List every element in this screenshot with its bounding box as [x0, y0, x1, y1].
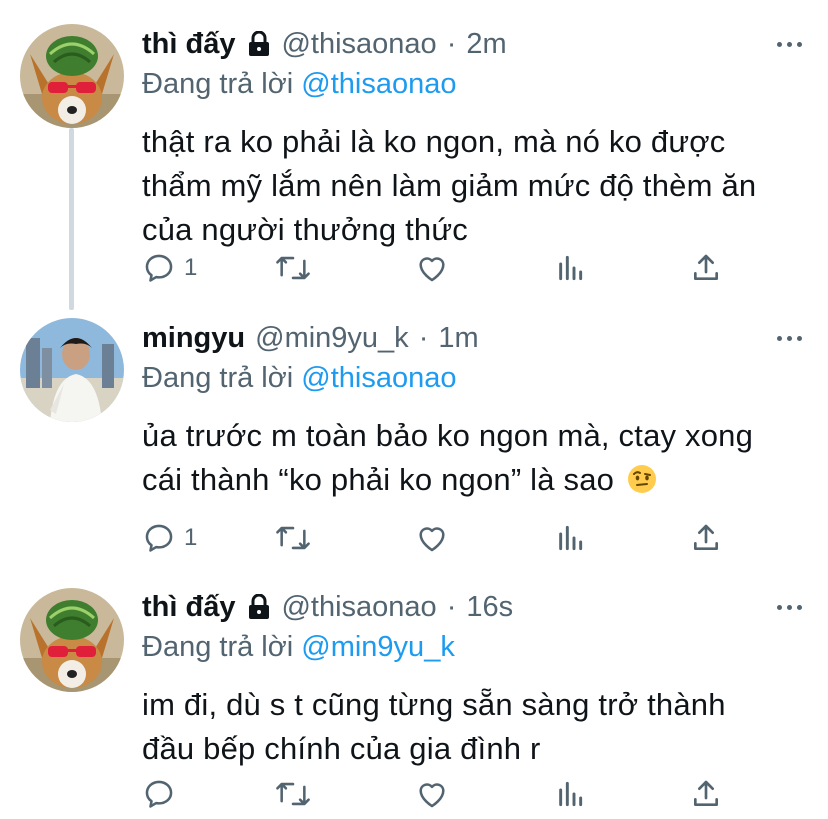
tweet-header: thì đấy @thisaonao · 2m [142, 24, 808, 64]
user-handle[interactable]: @thisaonao [281, 28, 436, 61]
reply-icon [142, 777, 176, 811]
reply-button[interactable] [142, 774, 184, 814]
user-handle[interactable]: @thisaonao [281, 591, 436, 624]
share-icon [690, 251, 722, 285]
reply-button[interactable]: 1 [142, 248, 197, 288]
timestamp[interactable]: 16s [466, 591, 513, 624]
tweet-text: thật ra ko phải là ko ngon, mà nó ko đượ… [142, 120, 808, 252]
share-icon [690, 777, 722, 811]
tweet-text-line: im đi, dù s t cũng từng sẵn sàng trở thà… [142, 687, 726, 722]
reply-mention-link[interactable]: @thisaonao [301, 68, 456, 100]
share-button[interactable] [690, 518, 722, 558]
display-name[interactable]: thì đấy [142, 28, 235, 61]
like-icon [414, 251, 450, 285]
tweet-text: ủa trước m toàn bảo ko ngon mà, ctay xon… [142, 414, 808, 502]
retweet-icon [274, 777, 312, 811]
raised-eyebrow-emoji [627, 462, 657, 493]
like-icon [414, 521, 450, 555]
timestamp[interactable]: 2m [466, 28, 506, 61]
tweet-header: mingyu @min9yu_k · 1m [142, 318, 808, 358]
tweet-text-line: thẩm mỹ lắm nên làm giảm mức độ thèm ăn [142, 168, 757, 203]
tweet-text-line: thật ra ko phải là ko ngon, mà nó ko đượ… [142, 124, 726, 159]
tweet-text-line: đầu bếp chính của gia đình r [142, 731, 541, 766]
corgi-watermelon-avatar [20, 24, 124, 128]
reply-mention-link[interactable]: @min9yu_k [301, 631, 455, 663]
like-icon [414, 777, 450, 811]
retweet-icon [274, 251, 312, 285]
man-photo-avatar [20, 318, 124, 422]
separator-dot: · [446, 27, 457, 60]
reply-count: 1 [184, 524, 198, 551]
analytics-icon [554, 521, 586, 555]
reply-icon [142, 251, 176, 285]
thread-connector-line [69, 128, 74, 310]
share-button[interactable] [690, 248, 722, 288]
analytics-icon [554, 251, 586, 285]
tweet-actions: 1 [142, 248, 722, 288]
tweet-text: im đi, dù s t cũng từng sẵn sàng trở thà… [142, 683, 808, 771]
share-button[interactable] [690, 774, 722, 814]
more-icon[interactable] [777, 42, 802, 47]
analytics-icon [554, 777, 586, 811]
tweet-text-line-with-emoji: cái thành “ko phải ko ngon” là sao [142, 458, 808, 502]
tweet-text-line: cái thành “ko phải ko ngon” là sao [142, 462, 615, 497]
reply-count: 1 [184, 254, 198, 281]
analytics-button[interactable] [554, 248, 586, 288]
replying-to: Đang trả lời @thisaonao [142, 358, 808, 398]
avatar[interactable] [20, 318, 124, 422]
like-button[interactable] [414, 774, 450, 814]
replying-to: Đang trả lời @min9yu_k [142, 627, 808, 667]
retweet-button[interactable] [274, 518, 312, 558]
like-button[interactable] [414, 248, 450, 288]
share-icon [690, 521, 722, 555]
more-icon[interactable] [777, 605, 802, 610]
reply-mention-link[interactable]: @thisaonao [301, 362, 456, 394]
avatar[interactable] [20, 24, 124, 128]
replying-prefix: Đang trả lời [142, 631, 294, 663]
lock-icon [247, 31, 271, 57]
tweet-text-line: của người thưởng thức [142, 212, 468, 247]
user-handle[interactable]: @min9yu_k [255, 322, 409, 355]
tweet-header: thì đấy @thisaonao · 16s [142, 587, 808, 627]
retweet-icon [274, 521, 312, 555]
more-icon[interactable] [777, 336, 802, 341]
replying-to: Đang trả lời @thisaonao [142, 64, 808, 104]
reply-button[interactable]: 1 [142, 518, 197, 558]
separator-dot: · [446, 590, 457, 623]
lock-icon [247, 594, 271, 620]
timestamp[interactable]: 1m [438, 322, 478, 355]
replying-prefix: Đang trả lời [142, 362, 294, 394]
replying-prefix: Đang trả lời [142, 68, 294, 100]
retweet-button[interactable] [274, 774, 312, 814]
analytics-button[interactable] [554, 518, 586, 558]
retweet-button[interactable] [274, 248, 312, 288]
display-name[interactable]: thì đấy [142, 591, 235, 624]
separator-dot: · [418, 321, 429, 354]
display-name[interactable]: mingyu [142, 322, 245, 355]
tweet-actions: 1 [142, 518, 722, 558]
like-button[interactable] [414, 518, 450, 558]
tweet-text-line: ủa trước m toàn bảo ko ngon mà, ctay xon… [142, 418, 754, 453]
avatar[interactable] [20, 588, 124, 692]
analytics-button[interactable] [554, 774, 586, 814]
corgi-watermelon-avatar [20, 588, 124, 692]
reply-icon [142, 521, 176, 555]
tweet-actions [142, 774, 722, 814]
